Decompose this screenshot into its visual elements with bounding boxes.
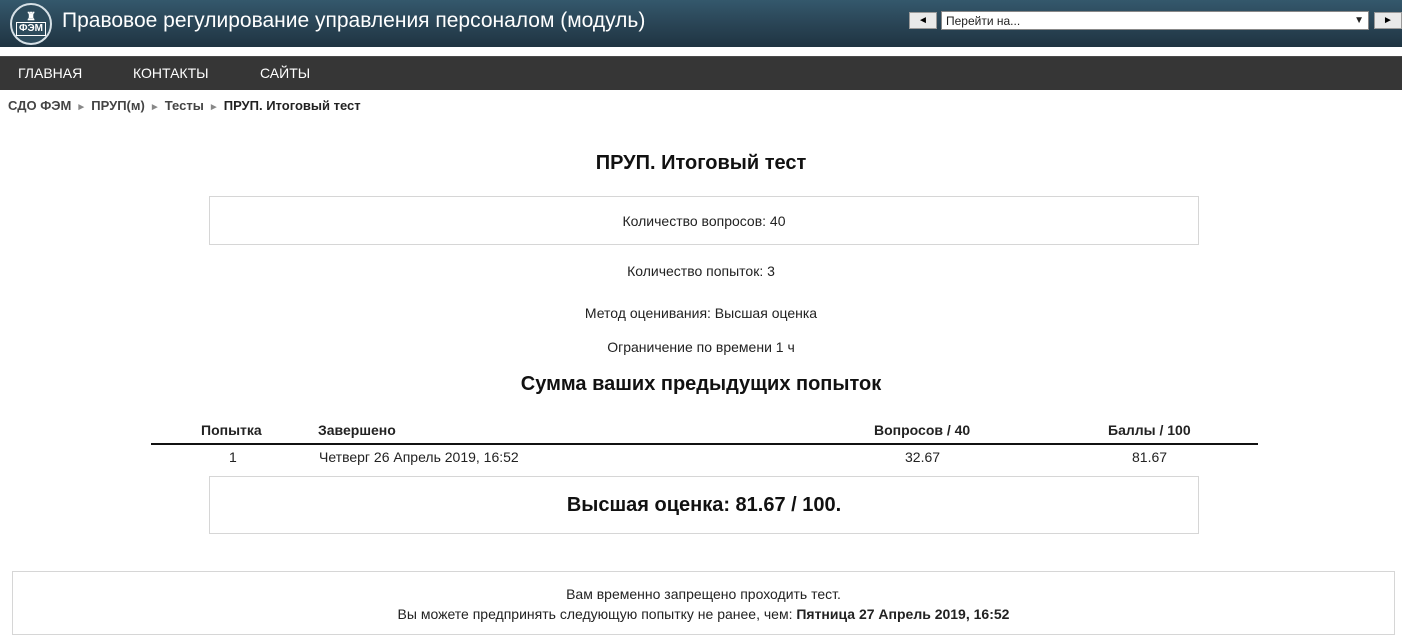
attempt-number: 1 [229,449,237,465]
chevron-down-icon: ▼ [1354,15,1364,26]
table-header: Попытка Завершено Вопросов / 40 Баллы / … [151,418,1258,445]
attempt-count: Количество попыток: 3 [627,263,775,279]
column-header-completed: Завершено [318,422,396,438]
column-header-score: Баллы / 100 [1108,422,1191,438]
jump-prev-button[interactable]: ◄ [909,12,937,29]
main-navbar: ГЛАВНАЯ КОНТАКТЫ САЙТЫ [0,56,1402,90]
breadcrumb-separator-icon: ► [76,102,87,113]
breadcrumb-separator-icon: ► [149,102,160,113]
site-title: Правовое регулирование управления персон… [62,9,646,32]
breadcrumb: СДО ФЭМ ► ПРУП(м) ► Тесты ► ПРУП. Итоговый тес… [8,98,361,113]
table-row: 1 Четверг 26 Апрель 2019, 16:52 32.67 81… [151,445,1258,475]
arrow-left-icon: ◄ [918,15,928,26]
breadcrumb-item-sdo[interactable]: СДО ФЭМ [8,98,71,113]
attempt-notice-box: Вам временно запрещено проходить тест. В… [12,571,1395,635]
breadcrumb-item-tests[interactable]: Тесты [165,98,204,113]
site-header: ♜ ФЭМ Правовое регулирование управления … [0,0,1402,47]
column-header-questions: Вопросов / 40 [874,422,971,438]
breadcrumb-item-current: ПРУП. Итоговый тест [223,98,361,113]
attempts-table: Попытка Завершено Вопросов / 40 Баллы / … [151,418,1258,475]
best-grade: Высшая оценка: 81.67 / 100. [566,493,842,516]
next-attempt-date: Пятница 27 Апрель 2019, 16:52 [796,606,1010,622]
page-title: ПРУП. Итоговый тест [595,152,807,174]
question-count: Количество вопросов: 40 [622,212,786,229]
grading-method: Метод оценивания: Высшая оценка [584,305,818,321]
jump-to-select[interactable]: Перейти на... ▼ [941,11,1369,30]
notice-prefix: Вы можете предпринять следующую попытку … [397,606,797,622]
nav-item-sites[interactable]: САЙТЫ [260,65,310,81]
arrow-right-icon: ► [1383,15,1393,26]
nav-item-home[interactable]: ГЛАВНАЯ [18,65,82,81]
breadcrumb-item-course[interactable]: ПРУП(м) [91,98,145,113]
attempt-completed: Четверг 26 Апрель 2019, 16:52 [319,449,519,465]
summary-title: Сумма ваших предыдущих попыток [520,373,882,395]
notice-line-1: Вам временно запрещено проходить тест. [566,586,841,602]
breadcrumb-separator-icon: ► [208,102,219,113]
time-limit: Ограничение по времени 1 ч [607,339,795,355]
jump-next-button[interactable]: ► [1374,12,1402,29]
quiz-info-box: Количество вопросов: 40 [209,196,1199,245]
attempt-questions: 32.67 [905,449,941,465]
crest-icon: ♜ [26,11,36,23]
attempt-score: 81.67 [1132,449,1168,465]
jump-to-select-value: Перейти на... [946,13,1021,28]
nav-item-contacts[interactable]: КОНТАКТЫ [133,65,209,81]
logo-text: ФЭМ [16,22,46,36]
notice-line-2: Вы можете предпринять следующую попытку … [13,604,1394,624]
best-grade-box: Высшая оценка: 81.67 / 100. [209,476,1199,534]
site-logo[interactable]: ♜ ФЭМ [10,3,52,45]
column-header-attempt: Попытка [201,422,262,438]
